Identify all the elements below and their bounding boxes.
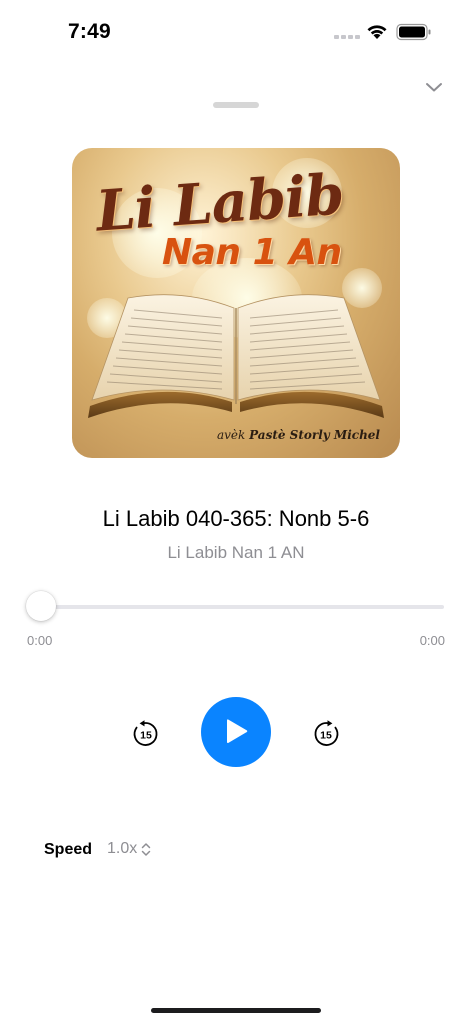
battery-icon xyxy=(396,23,431,41)
skip-forward-button[interactable]: 15 xyxy=(311,719,341,749)
album-artwork: Li Labib Nan 1 An avèk Pastè Storly Mich… xyxy=(72,148,400,458)
speed-label: Speed xyxy=(44,841,93,858)
skip-forward-label: 15 xyxy=(320,730,332,742)
status-time: 7:49 xyxy=(68,20,111,43)
skip-back-label: 15 xyxy=(140,730,152,742)
progress-track[interactable] xyxy=(28,605,444,609)
wifi-icon xyxy=(367,25,387,39)
skip-back-button[interactable]: 15 xyxy=(131,719,161,749)
remaining-time: 0:00 xyxy=(419,633,445,648)
album-title: Li Labib Nan 1 AN xyxy=(167,543,305,562)
cellular-signal-icon xyxy=(334,35,360,39)
skip-forward-15-icon: 15 xyxy=(314,720,339,746)
up-down-chevron-icon xyxy=(142,842,151,856)
progress-scrubber-thumb[interactable] xyxy=(26,591,56,621)
home-indicator xyxy=(151,1008,321,1013)
artwork-credit-name: Pastè Storly Michel xyxy=(249,428,380,442)
sheet-grabber[interactable] xyxy=(213,102,259,108)
open-book-illustration xyxy=(88,294,384,418)
speed-selector[interactable]: 1.0x xyxy=(107,840,151,858)
play-icon xyxy=(227,719,248,744)
elapsed-time: 0:00 xyxy=(27,633,53,648)
skip-back-15-icon: 15 xyxy=(133,720,158,746)
artwork-credit: avèk Pastè Storly Michel xyxy=(217,428,380,442)
artwork-title-line2: Nan 1 An xyxy=(162,232,342,273)
chevron-down-icon[interactable] xyxy=(424,80,444,94)
artwork-credit-prefix: avèk xyxy=(216,428,246,442)
track-title: Li Labib 040-365: Nonb 5-6 xyxy=(102,506,370,531)
play-button[interactable] xyxy=(201,697,271,767)
speed-value: 1.0x xyxy=(107,840,138,857)
